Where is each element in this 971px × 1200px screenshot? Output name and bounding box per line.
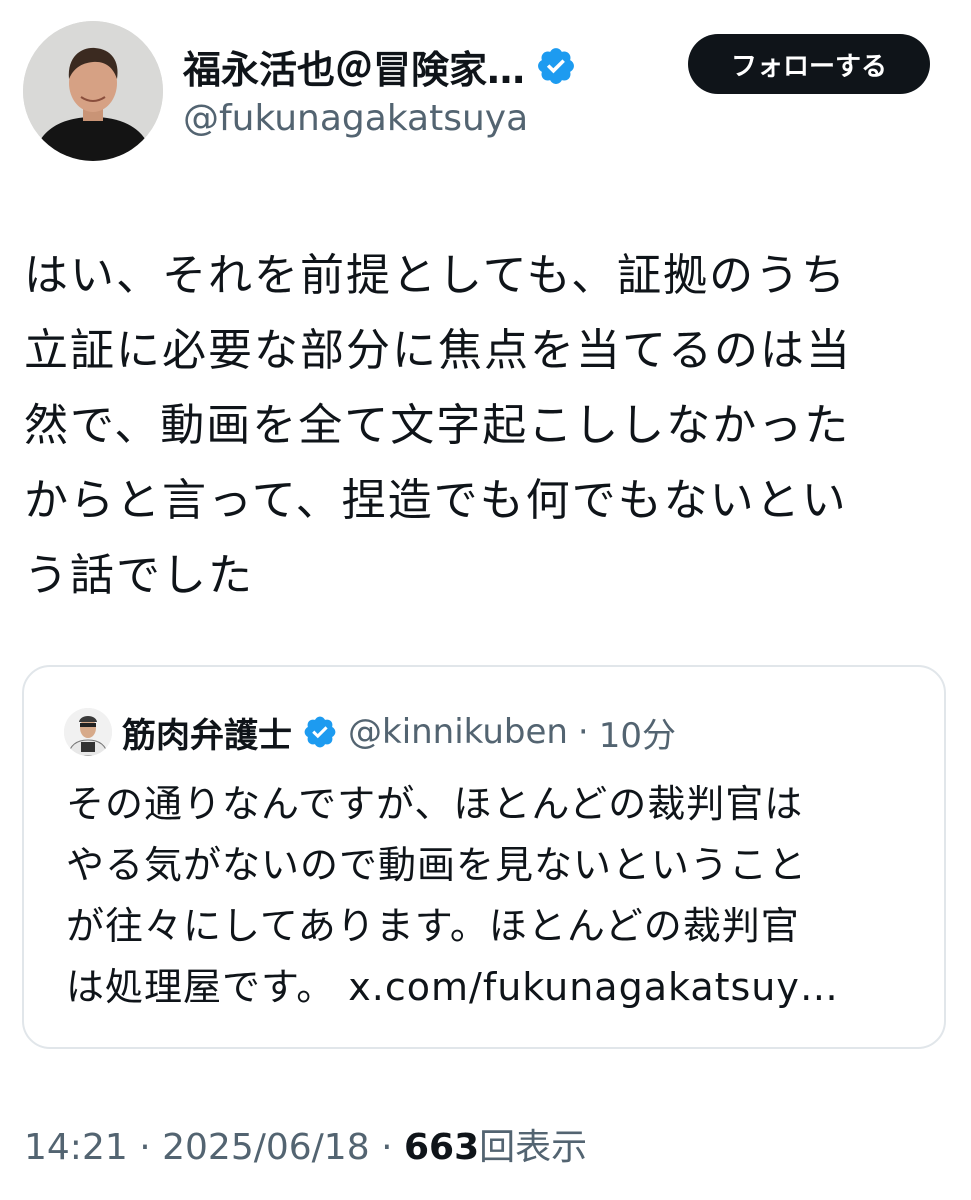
separator-dot: · <box>577 712 589 752</box>
views-label: 回表示 <box>479 1127 588 1168</box>
user-avatar-icon <box>23 21 163 161</box>
quoted-tweet-time[interactable]: 10分 <box>599 708 676 757</box>
quoted-tweet-card[interactable]: 筋肉弁護士 @kinnikuben · 10分 その通りなんですが、ほとんどの裁… <box>22 665 946 1049</box>
user-avatar-icon <box>64 708 112 756</box>
quoted-tweet-text: その通りなんですが、ほとんどの裁判官は やる気がないので動画を見ないということ … <box>66 774 926 1018</box>
tweet-text-line: からと言って、捏造でも何でもないとい <box>24 475 848 526</box>
quoted-text-line: は処理屋です。 x.com/fukunagakatsuy… <box>66 957 926 1018</box>
author-avatar[interactable] <box>23 21 163 161</box>
quoted-text-line: やる気がないので動画を見ないということ <box>66 843 808 887</box>
views-count: 663 <box>403 1127 480 1168</box>
quoted-text-line: が往々にしてあります。ほとんどの裁判官 <box>66 904 800 948</box>
quoted-tweet-header: 筋肉弁護士 @kinnikuben · 10分 <box>64 707 676 757</box>
author-name[interactable]: 福永活也＠冒険家… <box>183 39 525 94</box>
quoted-tweet-link[interactable]: x.com/fukunagakatsuy… <box>348 965 839 1009</box>
tweet-text-line: 立証に必要な部分に焦点を当てるのは当 <box>24 325 852 376</box>
follow-button[interactable]: フォローする <box>688 34 930 94</box>
author-name-row: 福永活也＠冒険家… <box>183 38 577 94</box>
tweet-detail: 福永活也＠冒険家… @fukunagakatsuya フォローする はい、それを… <box>0 0 971 1200</box>
author-handle[interactable]: @fukunagakatsuya <box>183 98 528 139</box>
quoted-author-handle[interactable]: @kinnikuben <box>348 712 568 752</box>
verified-badge-icon <box>538 48 574 84</box>
tweet-text-line: う話でした <box>24 550 254 601</box>
tweet-text-line: 然で、動画を全て文字起こししなかった <box>24 400 851 451</box>
verified-badge-icon <box>304 716 336 748</box>
tweet-date[interactable]: 2025/06/18 <box>162 1127 370 1168</box>
quoted-author-name[interactable]: 筋肉弁護士 <box>122 708 292 757</box>
quoted-author-avatar[interactable] <box>64 708 112 756</box>
separator-dot: · <box>139 1127 151 1168</box>
quoted-text-fragment: は処理屋です。 <box>66 965 336 1009</box>
tweet-meta: 14:21 · 2025/06/18 · 663回表示 <box>24 1118 587 1170</box>
tweet-time[interactable]: 14:21 <box>24 1127 128 1168</box>
tweet-text: はい、それを前提としても、証拠のうち 立証に必要な部分に焦点を当てるのは当 然で… <box>24 238 924 613</box>
tweet-text-line: はい、それを前提としても、証拠のうち <box>24 250 848 301</box>
quoted-text-line: その通りなんですが、ほとんどの裁判官は <box>66 782 804 826</box>
separator-dot: · <box>381 1127 393 1168</box>
